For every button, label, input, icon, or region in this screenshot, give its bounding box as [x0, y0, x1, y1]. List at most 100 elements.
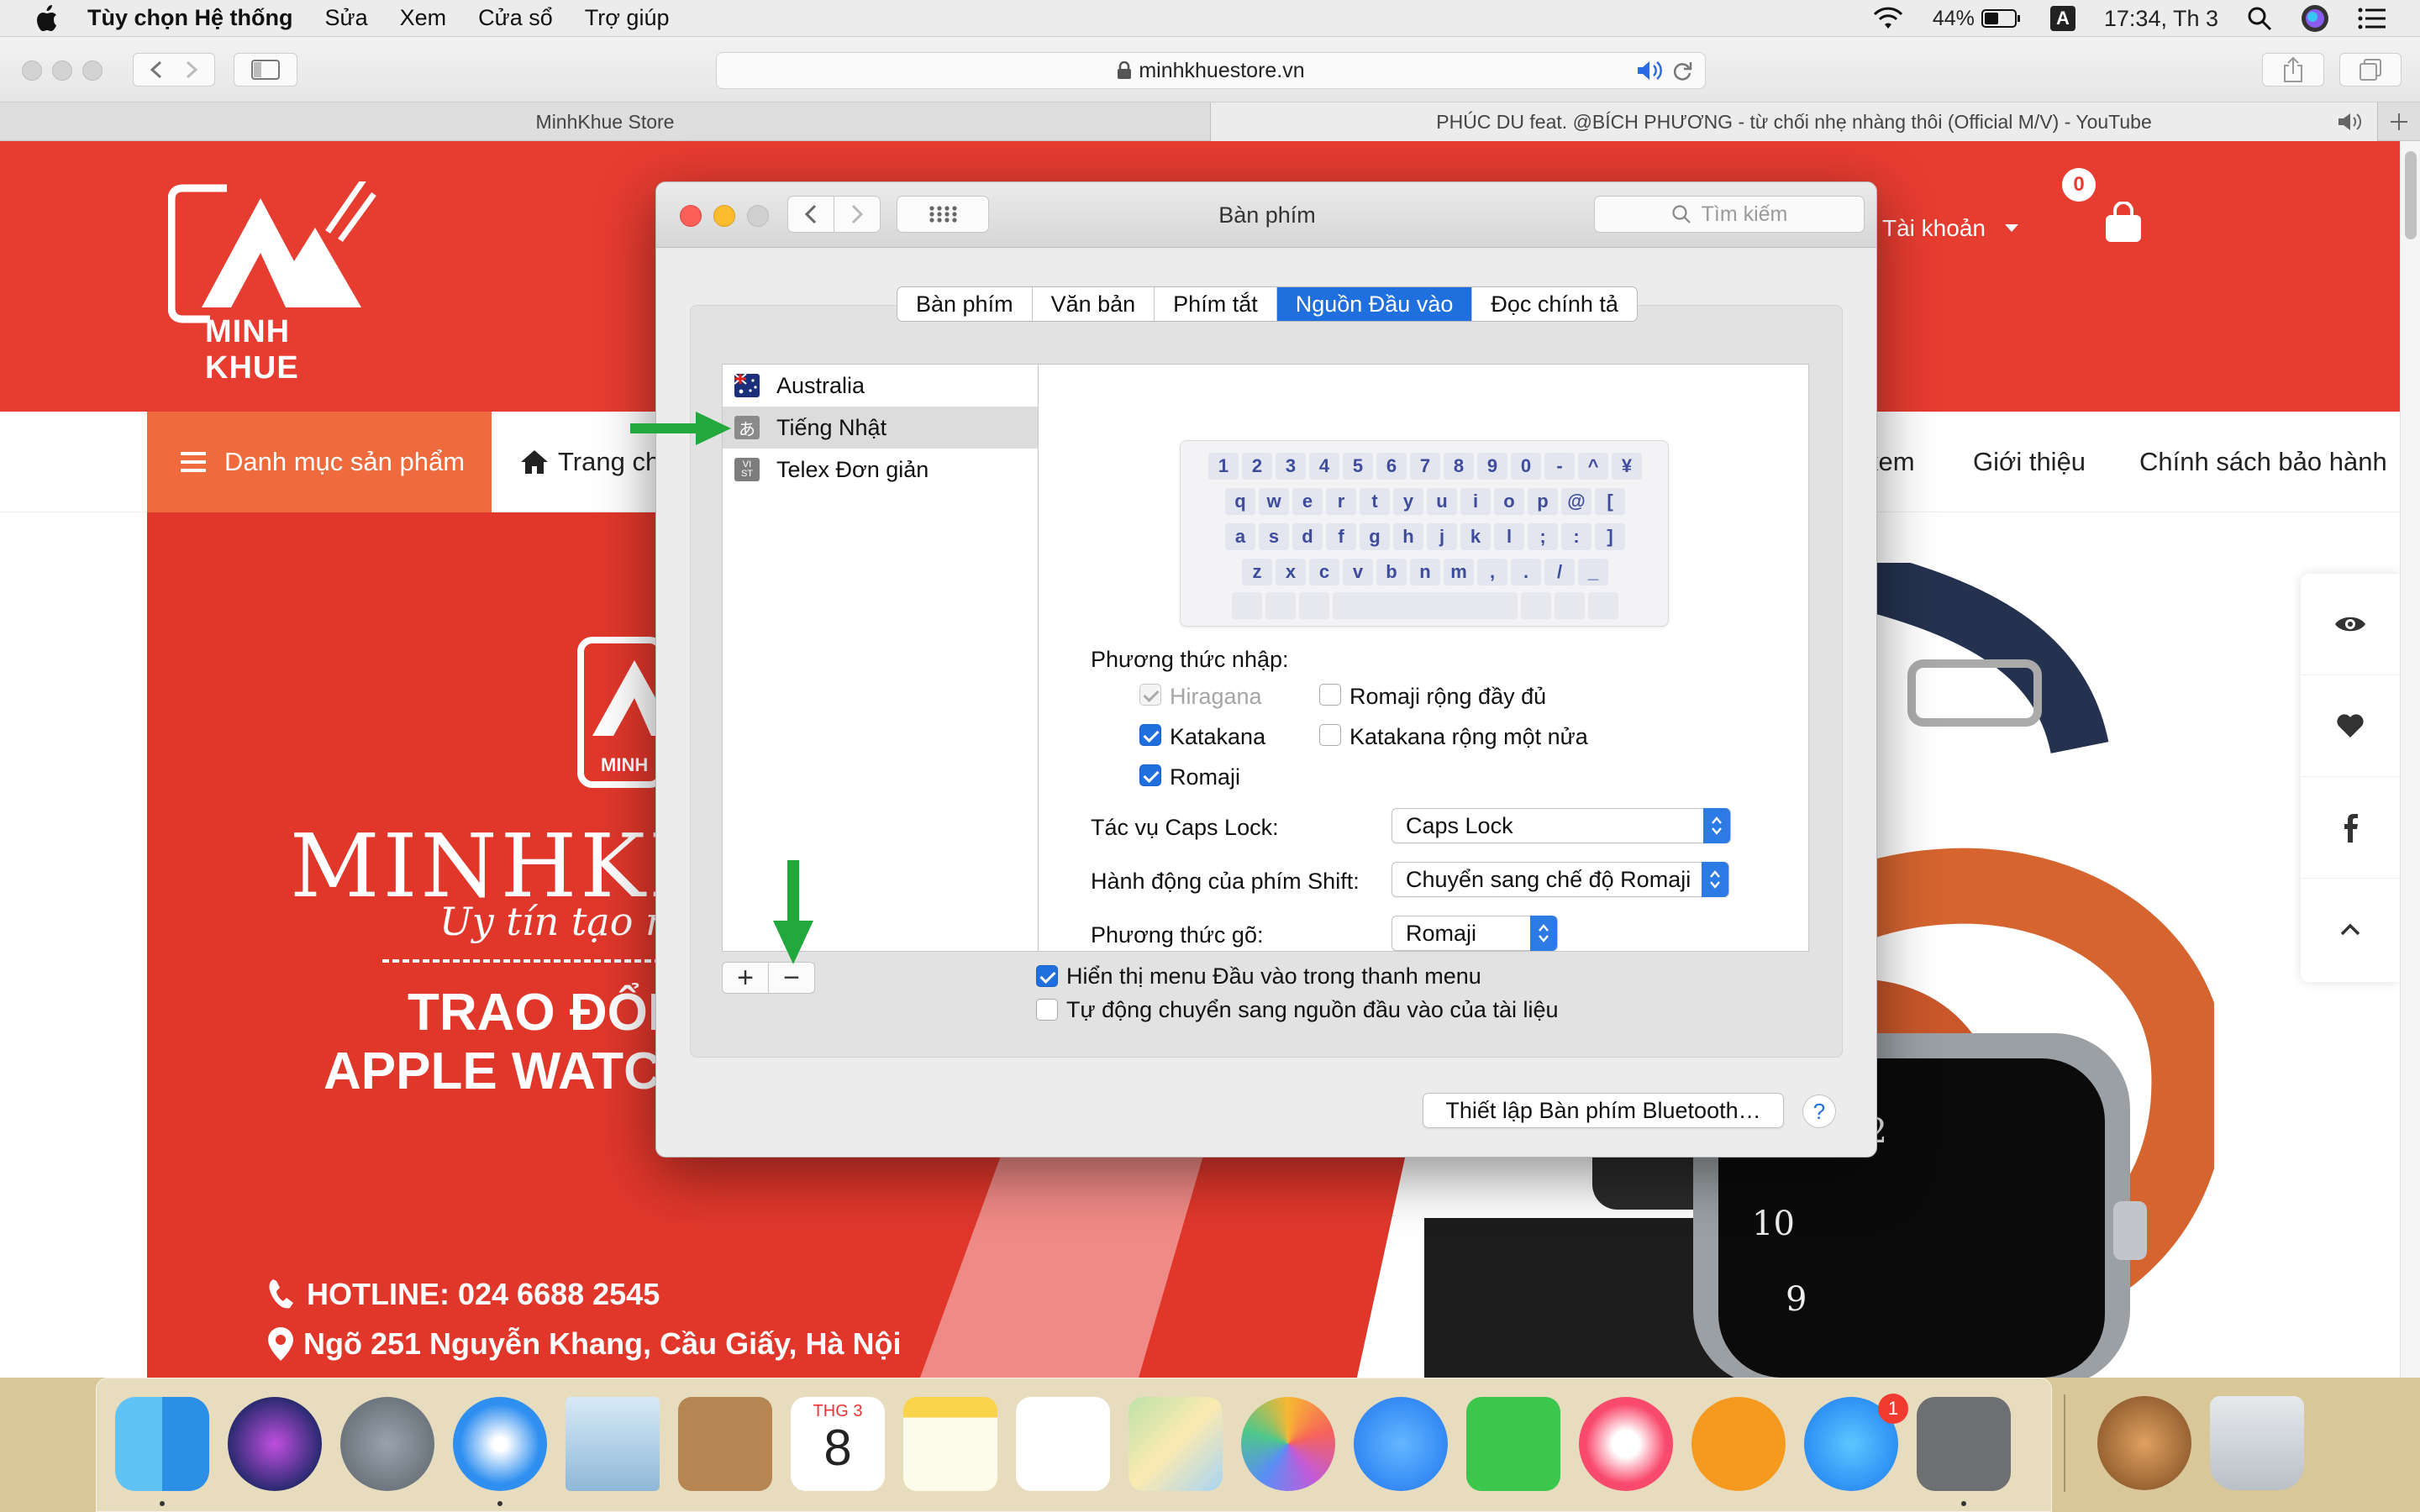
menu-help[interactable]: Trợ giúp: [585, 5, 670, 31]
siri-app-icon[interactable]: [228, 1397, 322, 1491]
keyboard-key: ]: [1595, 523, 1625, 550]
new-tab-button[interactable]: [2378, 102, 2420, 141]
tab-text[interactable]: Văn bản: [1031, 287, 1155, 321]
window-close-button[interactable]: [22, 60, 42, 81]
hiragana-checkbox[interactable]: [1139, 684, 1161, 706]
mail-app-icon[interactable]: [566, 1397, 660, 1491]
notification-center-icon[interactable]: [2358, 8, 2386, 29]
facebook-share-button[interactable]: [2301, 777, 2400, 879]
facetime-app-icon[interactable]: [1466, 1397, 1560, 1491]
katakana-checkbox[interactable]: [1139, 724, 1161, 746]
battery-icon[interactable]: [1981, 8, 2022, 29]
source-label: Australia: [776, 372, 865, 398]
keyboard-key: @: [1561, 488, 1591, 515]
trash-icon[interactable]: [2210, 1396, 2304, 1490]
tab-keyboard[interactable]: Bàn phím: [897, 287, 1032, 321]
nav-home[interactable]: Trang ch: [519, 412, 660, 512]
minimize-window-button[interactable]: [713, 205, 735, 227]
window-minimize-button[interactable]: [52, 60, 72, 81]
speaker-audio-icon[interactable]: [1636, 60, 1665, 81]
source-japanese[interactable]: あ Tiếng Nhật: [723, 407, 1038, 449]
menu-edit[interactable]: Sửa: [324, 5, 367, 31]
launchpad-icon[interactable]: [340, 1397, 434, 1491]
url-text[interactable]: minhkhuestore.vn: [1139, 59, 1304, 83]
menu-app-name[interactable]: Tùy chọn Hệ thống: [87, 5, 292, 31]
page-scrollbar-thumb[interactable]: [2405, 151, 2417, 239]
prefs-search-field[interactable]: Tìm kiếm: [1594, 196, 1865, 233]
wishlist-button[interactable]: [2301, 675, 2400, 777]
tab-dictation[interactable]: Đọc chính tả: [1471, 287, 1637, 321]
menubar-clock[interactable]: 17:34, Th 3: [2104, 6, 2218, 32]
keyboard-key: [1265, 592, 1296, 619]
zoom-window-button[interactable]: [747, 205, 769, 227]
share-button[interactable]: [2262, 53, 2324, 87]
spotlight-search-icon[interactable]: [2247, 6, 2272, 31]
source-australia[interactable]: Australia: [723, 365, 1038, 407]
eye-icon: [2335, 617, 2365, 632]
category-menu-button[interactable]: Danh mục sản phẩm: [147, 412, 492, 512]
auto-switch-source-checkbox[interactable]: [1036, 999, 1058, 1021]
menu-view[interactable]: Xem: [400, 5, 447, 31]
prefs-forward-button[interactable]: [834, 196, 881, 233]
prefs-back-button[interactable]: [787, 196, 834, 233]
shift-action-popup[interactable]: Chuyển sang chế độ Romaji: [1392, 862, 1729, 897]
chevron-right-icon[interactable]: [174, 57, 208, 82]
romaji-full-width-checkbox[interactable]: [1319, 684, 1341, 706]
reminders-app-icon[interactable]: [1016, 1397, 1110, 1491]
messages-app-icon[interactable]: [1354, 1397, 1448, 1491]
finder-icon[interactable]: [115, 1397, 209, 1491]
romaji-label: Romaji: [1170, 764, 1241, 790]
system-preferences-icon[interactable]: [1917, 1397, 2011, 1491]
cart-button[interactable]: 0: [2062, 168, 2149, 252]
page-scrollbar[interactable]: [2400, 141, 2420, 1378]
tab-overview-button[interactable]: [2339, 53, 2402, 87]
battery-percent: 44%: [1932, 6, 1975, 30]
sidebar-toggle-button[interactable]: [234, 53, 297, 87]
window-titlebar[interactable]: Bàn phím Tìm kiếm: [656, 182, 1876, 248]
tab-shortcuts[interactable]: Phím tắt: [1154, 287, 1276, 321]
safari-app-icon[interactable]: [453, 1397, 547, 1491]
reload-icon[interactable]: [1671, 60, 1693, 83]
menu-window[interactable]: Cửa sổ: [478, 5, 553, 31]
nav-warranty-policy[interactable]: Chính sách bảo hành: [2139, 412, 2387, 512]
calendar-app-icon[interactable]: THG 3 8: [791, 1397, 885, 1491]
romaji-checkbox[interactable]: [1139, 764, 1161, 786]
typing-method-popup[interactable]: Romaji: [1392, 916, 1558, 951]
add-source-button[interactable]: +: [722, 962, 769, 994]
music-app-icon[interactable]: [1579, 1397, 1673, 1491]
show-all-button[interactable]: [897, 196, 989, 233]
tab-youtube[interactable]: PHÚC DU feat. @BÍCH PHƯƠNG - từ chối nhẹ…: [1211, 102, 2377, 141]
back-forward-buttons[interactable]: [133, 53, 215, 87]
photos-app-icon[interactable]: [1241, 1397, 1335, 1491]
books-app-icon[interactable]: [1691, 1397, 1786, 1491]
notes-app-icon[interactable]: [903, 1397, 997, 1491]
maps-app-icon[interactable]: [1128, 1397, 1223, 1491]
shift-value: Chuyển sang chế độ Romaji: [1406, 866, 1691, 892]
siri-icon[interactable]: [2301, 4, 2329, 33]
input-source-icon[interactable]: A: [2049, 6, 2075, 31]
tab-input-sources[interactable]: Nguồn Đầu vào: [1276, 287, 1472, 321]
tab-audio-icon[interactable]: [2337, 112, 2364, 132]
remove-source-button[interactable]: −: [768, 962, 815, 994]
downloads-stack-icon[interactable]: [2097, 1396, 2191, 1490]
contacts-app-icon[interactable]: [678, 1397, 772, 1491]
chevron-left-icon[interactable]: [140, 57, 174, 82]
help-button[interactable]: ?: [1802, 1095, 1836, 1128]
address-bar[interactable]: minhkhuestore.vn: [716, 52, 1706, 89]
tab-minhkhue-store[interactable]: MinhKhue Store: [0, 102, 1210, 141]
apple-menu-icon[interactable]: [34, 4, 59, 33]
keyboard-key: 7: [1410, 453, 1440, 480]
window-zoom-button[interactable]: [82, 60, 103, 81]
site-logo[interactable]: MINH KHUE: [167, 176, 378, 386]
capslock-action-popup[interactable]: Caps Lock: [1392, 808, 1731, 843]
nav-about[interactable]: Giới thiệu: [1973, 412, 2086, 512]
account-menu[interactable]: Tài khoản: [1882, 215, 2019, 242]
wifi-icon[interactable]: [1872, 7, 1904, 30]
katakana-half-width-checkbox[interactable]: [1319, 724, 1341, 746]
source-telex[interactable]: VI ST Telex Đơn giản: [723, 449, 1038, 491]
scroll-top-button[interactable]: [2301, 879, 2400, 980]
bluetooth-keyboard-setup-button[interactable]: Thiết lập Bàn phím Bluetooth…: [1423, 1093, 1784, 1128]
view-button[interactable]: [2301, 574, 2400, 675]
close-window-button[interactable]: [680, 205, 702, 227]
show-input-menu-checkbox[interactable]: [1036, 965, 1058, 987]
